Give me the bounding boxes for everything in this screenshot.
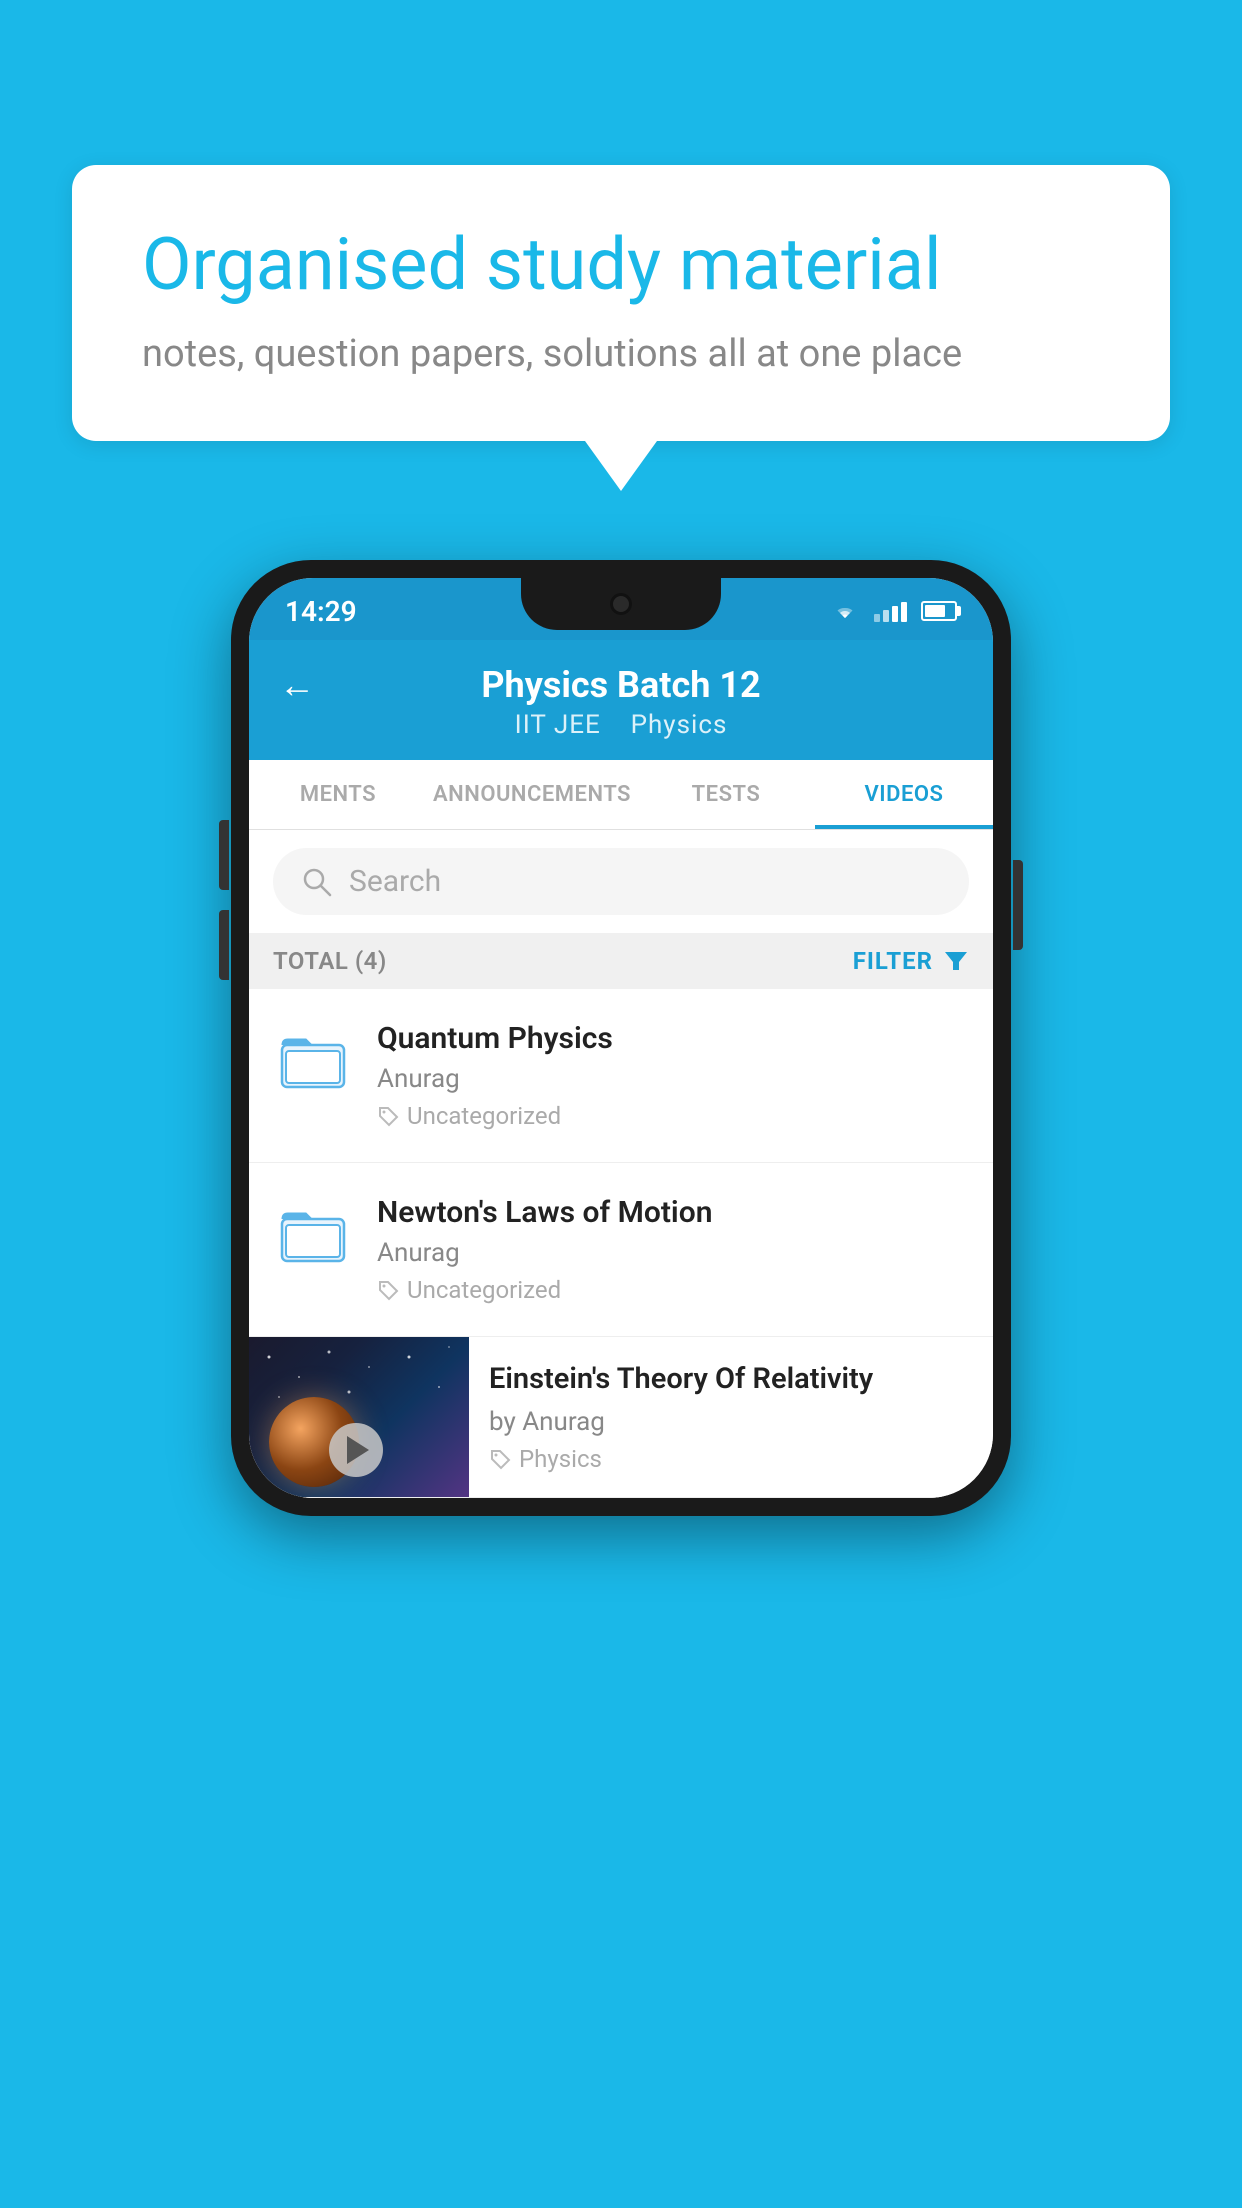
play-button[interactable] [329,1423,383,1477]
speech-bubble-title: Organised study material [142,225,1100,304]
folder-icon-container [273,1199,353,1269]
folder-icon [278,1025,348,1095]
volume-down-button [219,910,229,980]
video-tag: Physics [489,1445,973,1473]
play-icon [347,1436,369,1464]
video-author: Anurag [377,1064,969,1094]
video-info: Quantum Physics Anurag Uncategorized [377,1021,969,1130]
front-camera [610,593,632,615]
phone-notch [521,578,721,630]
phone-wrapper: 14:29 [231,560,1011,1516]
filter-row: TOTAL (4) FILTER [249,933,993,989]
tag-icon [489,1448,511,1470]
filter-funnel-icon [943,948,969,974]
status-icons [830,600,957,622]
folder-icon-container [273,1025,353,1095]
list-item[interactable]: Einstein's Theory Of Relativity by Anura… [249,1337,993,1498]
folder-icon [278,1199,348,1269]
video-info: Einstein's Theory Of Relativity by Anura… [469,1337,993,1497]
signal-icon [874,600,907,622]
header-title: Physics Batch 12 [481,664,760,706]
video-title: Newton's Laws of Motion [377,1195,969,1230]
speech-bubble-subtitle: notes, question papers, solutions all at… [142,328,1100,381]
total-count-label: TOTAL (4) [273,947,387,975]
search-bar[interactable]: Search [273,848,969,915]
volume-up-button [219,820,229,890]
back-button[interactable]: ← [279,664,315,706]
tab-tests[interactable]: TESTS [637,760,815,829]
video-author: Anurag [377,1238,969,1268]
video-info: Newton's Laws of Motion Anurag Uncategor… [377,1195,969,1304]
tag-icon [377,1105,399,1127]
search-input-placeholder[interactable]: Search [349,864,441,899]
header-subtitle: IIT JEE Physics [515,710,728,740]
phone-screen: 14:29 [249,578,993,1498]
tabs-container: MENTS ANNOUNCEMENTS TESTS VIDEOS [249,760,993,830]
video-title: Quantum Physics [377,1021,969,1056]
status-time: 14:29 [285,595,357,628]
list-item[interactable]: Newton's Laws of Motion Anurag Uncategor… [249,1163,993,1337]
search-container: Search [249,830,993,933]
wifi-icon [830,600,860,622]
list-item[interactable]: Quantum Physics Anurag Uncategorized [249,989,993,1163]
phone-outer: 14:29 [231,560,1011,1516]
tab-videos[interactable]: VIDEOS [815,760,993,829]
power-button [1013,860,1023,950]
speech-bubble-container: Organised study material notes, question… [72,165,1170,491]
video-list: Quantum Physics Anurag Uncategorized [249,989,993,1498]
header-row: ← Physics Batch 12 [279,664,963,706]
speech-bubble-arrow [585,441,657,491]
tab-announcements[interactable]: ANNOUNCEMENTS [427,760,637,829]
search-icon [301,866,333,898]
speech-bubble: Organised study material notes, question… [72,165,1170,441]
filter-button[interactable]: FILTER [853,947,969,975]
app-header: ← Physics Batch 12 IIT JEE Physics [249,640,993,760]
video-author: by Anurag [489,1407,973,1437]
video-tag: Uncategorized [377,1102,969,1130]
battery-icon [921,601,957,621]
video-title: Einstein's Theory Of Relativity [489,1361,973,1399]
tag-icon [377,1279,399,1301]
video-tag: Uncategorized [377,1276,969,1304]
video-thumbnail [249,1337,469,1497]
tab-ments[interactable]: MENTS [249,760,427,829]
